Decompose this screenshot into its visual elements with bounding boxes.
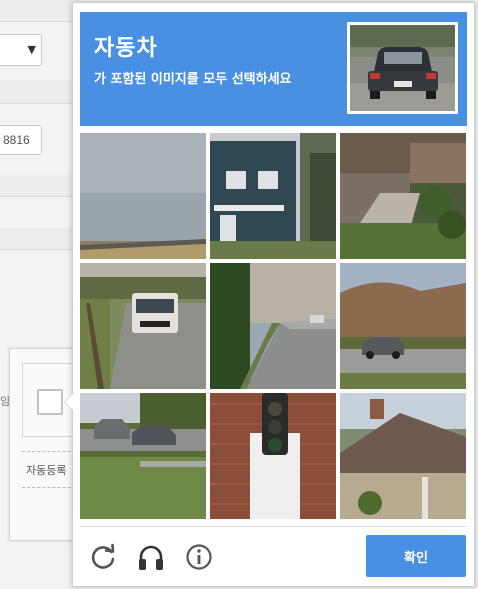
bg-band-lower-2 [0, 228, 80, 250]
footer-divider [80, 526, 467, 527]
bg-band-top [0, 0, 80, 22]
image-tile[interactable] [210, 263, 336, 389]
image-tile[interactable] [80, 393, 206, 519]
image-tile[interactable] [340, 263, 466, 389]
bg-band-mid [0, 80, 80, 104]
image-tile[interactable] [80, 133, 206, 259]
image-tile[interactable] [210, 133, 336, 259]
reload-icon[interactable] [87, 541, 119, 573]
sample-car-image [347, 22, 458, 114]
recaptcha-challenge-popup: 자동차 가 포함된 이미지를 모두 선택하세요 확인 [64, 2, 475, 587]
audio-headphones-icon[interactable] [135, 541, 167, 573]
image-tile[interactable] [210, 393, 336, 519]
recaptcha-checkbox[interactable] [37, 389, 63, 415]
popup-pointer-arrow [64, 393, 73, 411]
bg-number-field[interactable]: 8816 [0, 125, 42, 155]
challenge-header: 자동차 가 포함된 이미지를 모두 선택하세요 [80, 12, 467, 126]
chevron-down-icon: ▼ [27, 43, 36, 56]
challenge-instruction: 가 포함된 이미지를 모두 선택하세요 [94, 72, 292, 87]
bg-band-lower [0, 175, 80, 197]
challenge-target-word: 자동차 [94, 36, 158, 61]
image-grid [80, 133, 467, 520]
bg-select-dropdown[interactable]: ▼ [0, 34, 42, 66]
verify-button[interactable]: 확인 [366, 535, 466, 577]
image-tile[interactable] [340, 133, 466, 259]
info-icon[interactable] [183, 541, 215, 573]
anchor-label: 자동등록 [26, 464, 67, 477]
image-tile[interactable] [340, 393, 466, 519]
image-tile[interactable] [80, 263, 206, 389]
